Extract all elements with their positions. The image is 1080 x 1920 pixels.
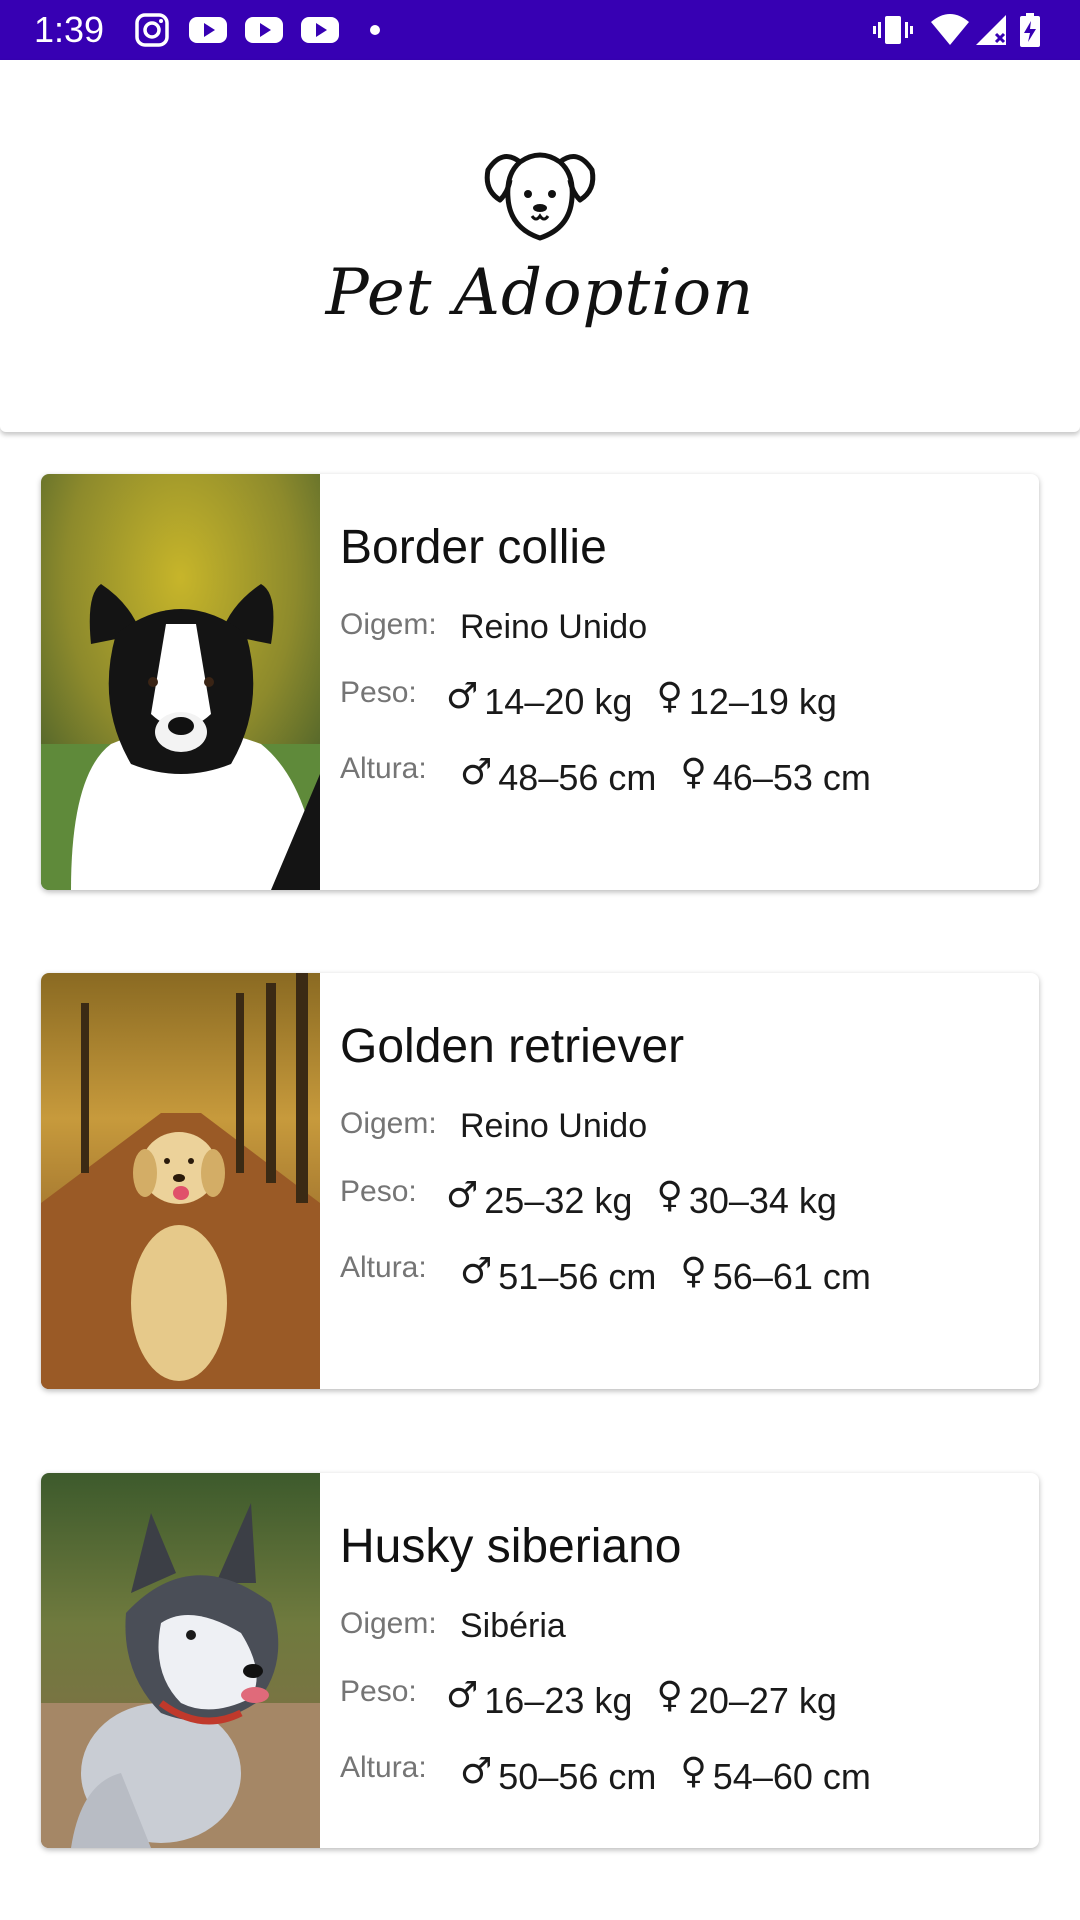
weight-label: Peso: (340, 1175, 417, 1208)
weight-label: Peso: (340, 1675, 417, 1708)
height-values: ♂ 48–56 cm ♀ 46–53 cm (460, 752, 871, 799)
weight-male: 16–23 kg (484, 1680, 633, 1721)
height-values: ♂ 51–56 cm ♀ 56–61 cm (460, 1251, 871, 1298)
breed-card[interactable]: Husky siberiano Oigem: Sibéria Peso: ♂ 16… (41, 1473, 1039, 1848)
battery-icon (1020, 13, 1040, 47)
female-icon: ♀ (680, 752, 707, 793)
height-label: Altura: (340, 752, 427, 785)
dot-icon (370, 25, 380, 35)
height-male: 48–56 cm (498, 757, 657, 798)
male-icon: ♂ (446, 1675, 479, 1716)
origin-label: Oigem: (340, 608, 437, 641)
height-female: 46–53 cm (712, 757, 871, 798)
weight-female: 30–34 kg (688, 1180, 837, 1221)
youtube-icon (301, 17, 339, 43)
breed-photo (41, 474, 320, 890)
female-icon: ♀ (656, 676, 683, 717)
origin-value: Sibéria (460, 1607, 566, 1645)
male-icon: ♂ (460, 1751, 493, 1792)
height-male: 51–56 cm (498, 1256, 657, 1297)
app-title: Pet Adoption (325, 256, 755, 330)
weight-values: ♂ 14–20 kg ♀ 12–19 kg (446, 676, 837, 723)
origin-value: Reino Unido (460, 608, 648, 646)
height-female: 56–61 cm (712, 1256, 871, 1297)
breed-card[interactable]: Golden retriever Oigem: Reino Unido Peso… (41, 973, 1039, 1389)
origin-label: Oigem: (340, 1607, 437, 1640)
breed-card[interactable]: Border collie Oigem: Reino Unido Peso: ♂… (41, 474, 1039, 890)
male-icon: ♂ (460, 1251, 493, 1292)
instagram-icon (135, 13, 169, 47)
breed-name: Border collie (340, 521, 607, 574)
breed-photo (41, 1473, 320, 1848)
breed-name: Husky siberiano (340, 1520, 682, 1573)
male-icon: ♂ (446, 1175, 479, 1216)
wifi-icon (931, 14, 969, 45)
female-icon: ♀ (656, 1675, 683, 1716)
app-header: Pet Adoption (0, 60, 1080, 432)
weight-values: ♂ 25–32 kg ♀ 30–34 kg (446, 1175, 837, 1222)
height-female: 54–60 cm (712, 1756, 871, 1797)
origin-label: Oigem: (340, 1107, 437, 1140)
status-bar: 1:39 (0, 0, 1080, 60)
dog-face-icon (484, 152, 596, 241)
height-male: 50–56 cm (498, 1756, 657, 1797)
male-icon: ♂ (446, 676, 479, 717)
weight-male: 14–20 kg (484, 681, 633, 722)
youtube-icon (245, 17, 283, 43)
female-icon: ♀ (680, 1751, 707, 1792)
signal-icon (976, 15, 1006, 45)
breed-name: Golden retriever (340, 1020, 685, 1073)
height-values: ♂ 50–56 cm ♀ 54–60 cm (460, 1751, 871, 1798)
vibrate-icon (873, 16, 913, 44)
origin-value: Reino Unido (460, 1107, 648, 1145)
weight-female: 12–19 kg (688, 681, 837, 722)
height-label: Altura: (340, 1251, 427, 1284)
status-time: 1:39 (34, 9, 105, 50)
breed-photo (41, 973, 320, 1389)
weight-values: ♂ 16–23 kg ♀ 20–27 kg (446, 1675, 837, 1722)
female-icon: ♀ (656, 1175, 683, 1216)
weight-female: 20–27 kg (688, 1680, 837, 1721)
youtube-icon (189, 17, 227, 43)
weight-male: 25–32 kg (484, 1180, 633, 1221)
weight-label: Peso: (340, 676, 417, 709)
female-icon: ♀ (680, 1251, 707, 1292)
male-icon: ♂ (460, 752, 493, 793)
height-label: Altura: (340, 1751, 427, 1784)
